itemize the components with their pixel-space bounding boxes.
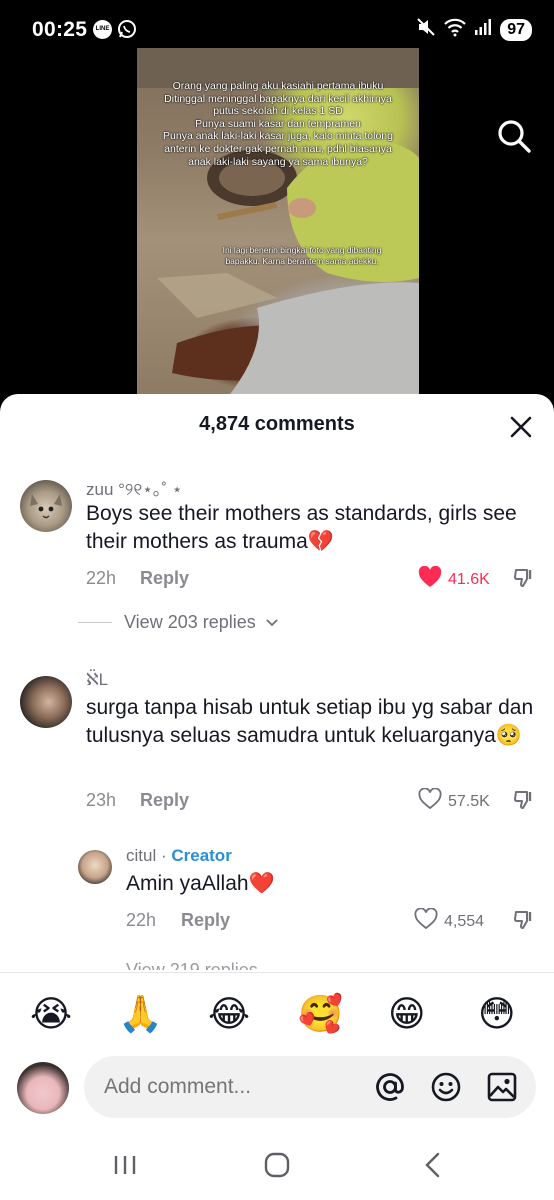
comment-text: surga tanpa hisab untuk setiap ibu yg sa… <box>86 696 534 747</box>
emoji-laughing[interactable]: 😂 <box>208 991 250 1037</box>
emoji-quick-bar: 😭 🙏 😂 🥰 😁 😳 <box>0 991 554 1041</box>
emoji-icon[interactable] <box>430 1071 462 1103</box>
system-nav-bar <box>0 1146 554 1186</box>
comment-time: 22h <box>86 568 117 588</box>
dislike-icon[interactable] <box>512 566 536 590</box>
comment-item: zuu °୨୧⋆｡˚ ⋆ Boys see their mothers as s… <box>0 472 554 642</box>
like-button[interactable]: 57.5K <box>418 787 490 815</box>
like-count: 41.6K <box>448 570 490 588</box>
comment-time: 22h <box>126 910 157 930</box>
like-button[interactable]: 41.6K <box>418 565 490 593</box>
video-caption-main: Orang yang paling aku kasiahi pertama ib… <box>163 80 393 168</box>
separator-dot: · <box>156 846 172 865</box>
view-replies-label: View 203 replies <box>124 612 256 632</box>
view-replies-button[interactable]: View 219 replies <box>126 958 258 970</box>
mention-icon[interactable] <box>374 1071 406 1103</box>
divider-line <box>78 622 112 623</box>
battery-indicator: 97 <box>500 18 532 41</box>
creator-badge: Creator <box>171 846 232 865</box>
heart-filled-icon <box>418 565 442 593</box>
home-icon[interactable] <box>262 1150 292 1180</box>
comment-item: ℵ̈L surga tanpa hisab untuk setiap ibu y… <box>0 670 554 822</box>
chevron-down-icon <box>266 612 278 633</box>
line-app-icon: LINE <box>93 20 112 39</box>
reply-button[interactable]: Reply <box>140 790 189 811</box>
video-caption-secondary: Ini lagi benerin bingkai foto yang diban… <box>222 245 382 266</box>
emoji-praying[interactable]: 🙏 <box>118 991 163 1037</box>
video-area[interactable]: Orang yang paling aku kasiahi pertama ib… <box>0 44 554 404</box>
dislike-icon[interactable] <box>512 788 536 812</box>
avatar[interactable] <box>20 480 72 532</box>
creator-username: citul <box>126 846 157 865</box>
wifi-icon <box>444 17 466 42</box>
comment-username[interactable]: zuu °୨୧⋆｡˚ ⋆ <box>86 475 182 500</box>
view-replies-button[interactable]: View 203 replies <box>78 612 278 633</box>
recent-apps-icon[interactable] <box>110 1150 140 1180</box>
avatar[interactable] <box>78 850 112 884</box>
emoji-crying[interactable]: 😭 <box>30 991 72 1037</box>
comments-count-title: 4,874 comments <box>199 413 355 435</box>
emoji-hearts[interactable]: 🥰 <box>298 991 343 1037</box>
divider <box>0 972 554 973</box>
comments-sheet: 4,874 comments zuu °୨୧⋆｡˚ ⋆ Boys see the… <box>0 394 554 1200</box>
image-icon[interactable] <box>486 1071 518 1103</box>
comment-input[interactable] <box>84 1056 536 1118</box>
comment-time: 23h <box>86 790 117 810</box>
status-right-icons: 97 <box>416 17 532 42</box>
back-icon[interactable] <box>418 1150 448 1180</box>
avatar[interactable] <box>20 676 72 728</box>
view-replies-label: View 219 replies <box>126 960 258 970</box>
heart-outline-icon <box>414 907 438 935</box>
comment-username[interactable]: citul · Creator <box>126 846 232 866</box>
emoji-grin[interactable]: 😁 <box>388 991 426 1037</box>
comment-text: Amin yaAllah❤️ <box>126 872 275 895</box>
reply-button[interactable]: Reply <box>140 568 189 589</box>
emoji-flushed[interactable]: 😳 <box>478 991 516 1037</box>
creator-reply-item: citul · Creator Amin yaAllah❤️ 22h Reply… <box>0 846 554 976</box>
status-time: 00:25 <box>32 18 88 41</box>
video-thumbnail[interactable]: Orang yang paling aku kasiahi pertama ib… <box>137 48 419 398</box>
whatsapp-icon <box>117 19 137 44</box>
comment-text: Boys see their mothers as standards, gir… <box>86 502 517 553</box>
like-count: 4,554 <box>444 912 485 930</box>
search-icon[interactable] <box>496 118 532 154</box>
like-count: 57.5K <box>448 792 490 810</box>
heart-outline-icon <box>418 787 442 815</box>
signal-icon <box>474 18 492 41</box>
comment-username[interactable]: ℵ̈L <box>86 670 108 690</box>
close-icon[interactable] <box>508 414 534 440</box>
my-avatar[interactable] <box>17 1062 69 1114</box>
mute-icon <box>416 17 436 42</box>
reply-button[interactable]: Reply <box>181 910 230 931</box>
like-button[interactable]: 4,554 <box>414 907 485 935</box>
comment-input-bar <box>0 1054 554 1122</box>
dislike-icon[interactable] <box>512 908 536 932</box>
